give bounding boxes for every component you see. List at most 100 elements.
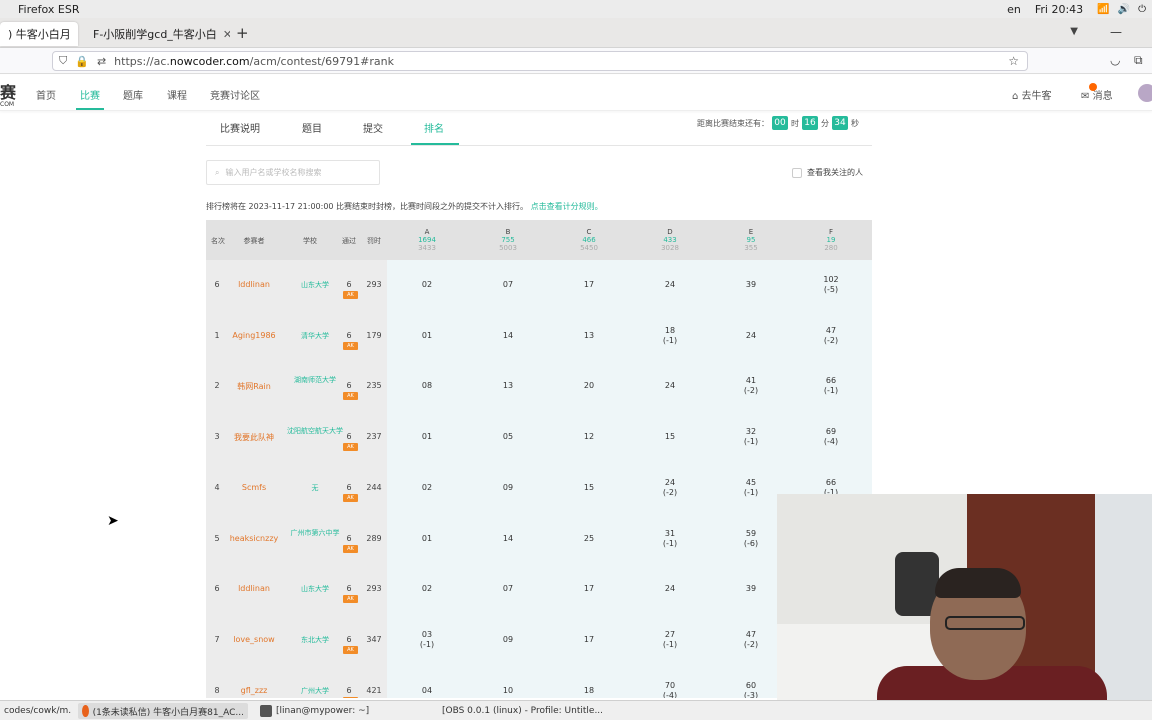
power-icon[interactable]: ⏻ [1138,4,1146,15]
row-problem-cell-c[interactable]: 17 [549,584,629,594]
nav-home[interactable]: 首页 [36,87,56,102]
go-home-link[interactable]: ⌂ 去牛客 [1012,87,1052,102]
row-user-link[interactable]: Aging1986 [224,331,284,340]
row-user-link[interactable]: lddlinan [224,280,284,289]
shield-icon[interactable]: ⛉ [59,54,67,68]
row-problem-cell-b[interactable]: 13 [468,381,548,391]
row-problem-cell-d[interactable]: 24 [630,381,710,391]
row-problem-cell-b[interactable]: 10 [468,686,548,696]
nav-discussion[interactable]: 竞赛讨论区 [210,87,260,102]
row-problem-cell-b[interactable]: 07 [468,584,548,594]
row-problem-cell-b[interactable]: 05 [468,432,548,442]
pocket-icon[interactable]: ◡ [1110,53,1120,67]
row-problem-cell-a[interactable]: 01 [387,534,467,544]
nav-problem-bank[interactable]: 题库 [123,87,143,102]
url-text[interactable]: https://ac.nowcoder.com/acm/contest/6979… [114,55,394,68]
row-user-link[interactable]: 韩网Rain [224,381,284,392]
taskbar-item-files[interactable]: codes/cowk/m... [0,703,72,719]
row-user-link[interactable]: love_snow [224,635,284,644]
row-problem-cell-f[interactable]: 47 (-2) [791,326,871,346]
row-problem-cell-b[interactable]: 09 [468,635,548,645]
header-problem-b[interactable]: B 755 5003 [468,228,548,252]
row-user-link[interactable]: gfl_zzz [224,686,284,695]
row-problem-cell-e[interactable]: 39 [711,280,791,290]
browser-tab-contest[interactable]: ) 牛客小白月 ✕ [0,22,78,46]
rank-search-input[interactable]: ⌕ 输入用户名或学校名称搜索 [206,160,380,185]
row-problem-cell-f[interactable]: 102 (-5) [791,275,871,295]
header-problem-e[interactable]: E 95 355 [711,228,791,252]
row-user-link[interactable]: heaksicnzzy [224,534,284,543]
row-problem-cell-e[interactable]: 24 [711,331,791,341]
header-problem-f[interactable]: F 19 280 [791,228,871,252]
row-problem-cell-d[interactable]: 15 [630,432,710,442]
row-problem-cell-d[interactable]: 31 (-1) [630,529,710,549]
row-problem-cell-d[interactable]: 24 (-2) [630,478,710,498]
follow-filter[interactable]: 查看我关注的人 [792,167,863,178]
messages-link[interactable]: ✉ 消息 [1081,87,1113,102]
follow-checkbox[interactable] [792,167,802,178]
row-problem-cell-a[interactable]: 03 (-1) [387,630,467,650]
row-problem-cell-b[interactable]: 09 [468,483,548,493]
volume-icon[interactable]: 🔊 [1118,4,1130,15]
header-problem-c[interactable]: C 466 5450 [549,228,629,252]
row-problem-cell-b[interactable]: 14 [468,331,548,341]
nav-contest[interactable]: 比赛 [80,87,100,102]
clock[interactable]: Fri 20:43 [1035,3,1083,16]
chevron-down-icon[interactable]: ▼ [1070,26,1078,37]
row-problem-cell-a[interactable]: 08 [387,381,467,391]
row-problem-cell-d[interactable]: 70 (-4) [630,681,710,698]
row-problem-cell-c[interactable]: 15 [549,483,629,493]
row-problem-cell-f[interactable]: 66 (-1) [791,376,871,396]
row-problem-cell-e[interactable]: 32 (-1) [711,427,791,447]
wifi-icon[interactable]: 📶 [1097,4,1109,15]
browser-tab-problem[interactable]: F-小阪削学gcd_牛客小白 ✕ [80,22,230,46]
scoring-rules-link[interactable]: 点击查看计分规则。 [531,202,603,211]
row-problem-cell-c[interactable]: 20 [549,381,629,391]
header-problem-a[interactable]: A 1694 3433 [387,228,467,252]
extensions-icon[interactable]: ⧉ [1134,53,1143,68]
row-problem-cell-c[interactable]: 17 [549,635,629,645]
close-icon[interactable]: ✕ [223,28,230,41]
row-user-link[interactable]: lddlinan [224,584,284,593]
row-problem-cell-b[interactable]: 14 [468,534,548,544]
address-bar[interactable]: ⛉ 🔒 ⇄ https://ac.nowcoder.com/acm/contes… [52,51,1028,71]
row-problem-cell-c[interactable]: 17 [549,280,629,290]
tab-rank[interactable]: 排名 [424,120,444,135]
taskbar-item-terminal[interactable]: [linan@mypower: ~] [256,703,424,719]
keyboard-layout[interactable]: en [1007,3,1021,16]
close-icon[interactable]: ✕ [77,28,78,41]
row-problem-cell-c[interactable]: 18 [549,686,629,696]
tab-problems[interactable]: 题目 [302,120,322,135]
row-problem-cell-c[interactable]: 25 [549,534,629,544]
lock-icon[interactable]: 🔒 [75,55,89,68]
bookmark-star-icon[interactable]: ☆ [1008,54,1019,68]
row-problem-cell-a[interactable]: 01 [387,331,467,341]
taskbar-item-obs[interactable]: [OBS 0.0.1 (linux) - Profile: Untitle... [434,703,604,719]
row-problem-cell-c[interactable]: 13 [549,331,629,341]
row-problem-cell-c[interactable]: 12 [549,432,629,442]
row-problem-cell-d[interactable]: 27 (-1) [630,630,710,650]
row-problem-cell-d[interactable]: 18 (-1) [630,326,710,346]
nav-courses[interactable]: 课程 [167,87,187,102]
row-problem-cell-a[interactable]: 04 [387,686,467,696]
row-problem-cell-a[interactable]: 02 [387,280,467,290]
minimize-icon[interactable]: — [1110,25,1122,39]
row-user-link[interactable]: Scmfs [224,483,284,492]
tab-submissions[interactable]: 提交 [363,120,383,135]
row-problem-cell-e[interactable]: 41 (-2) [711,376,791,396]
row-problem-cell-a[interactable]: 02 [387,584,467,594]
row-problem-cell-a[interactable]: 02 [387,483,467,493]
row-problem-cell-d[interactable]: 24 [630,584,710,594]
row-problem-cell-d[interactable]: 24 [630,280,710,290]
row-problem-cell-b[interactable]: 07 [468,280,548,290]
site-logo[interactable]: 赛 COM [0,79,16,108]
header-problem-d[interactable]: D 433 3028 [630,228,710,252]
tab-contest-info[interactable]: 比赛说明 [220,120,260,135]
avatar[interactable] [1138,84,1152,102]
taskbar-item-firefox[interactable]: (1条未读私信) 牛客小白月赛81_AC... [78,703,248,719]
permissions-icon[interactable]: ⇄ [97,55,106,68]
new-tab-plus-icon[interactable]: + [236,24,249,42]
row-problem-cell-f[interactable]: 69 (-4) [791,427,871,447]
row-problem-cell-a[interactable]: 01 [387,432,467,442]
row-user-link[interactable]: 我要此队神 [224,432,284,443]
